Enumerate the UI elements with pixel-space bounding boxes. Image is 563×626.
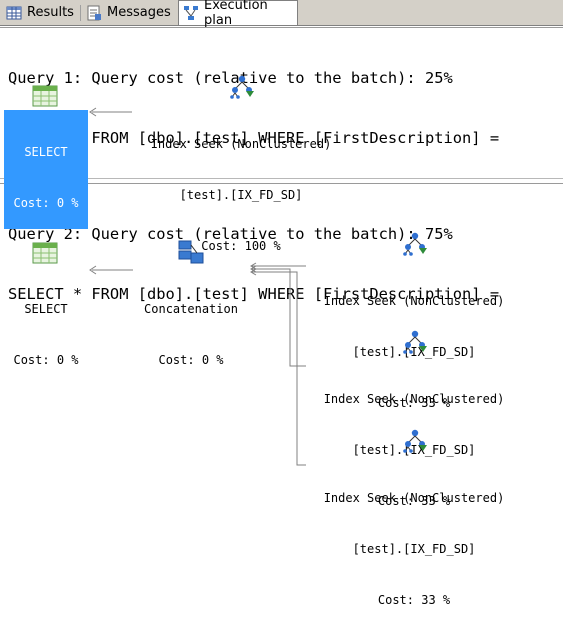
- q1-select-name: SELECT: [24, 145, 68, 159]
- tab-results-label: Results: [27, 5, 74, 20]
- q2-concat-name: Concatenation: [144, 302, 238, 316]
- q2-seek-3-cost: Cost: 33 %: [377, 593, 451, 607]
- q1-index-seek-node[interactable]: Index Seek (NonClustered) [test].[IX_FD_…: [134, 102, 348, 272]
- q2-seek-2-name: Index Seek (NonClustered): [323, 392, 505, 406]
- index-seek-icon: [403, 429, 427, 453]
- select-table-icon: [32, 85, 58, 107]
- tab-results[interactable]: Results: [2, 2, 80, 23]
- q2-select-name: SELECT: [24, 302, 68, 316]
- q2-select-node[interactable]: SELECT Cost: 0 %: [4, 267, 88, 386]
- tab-separator: [80, 5, 81, 21]
- q1-select-node[interactable]: SELECT Cost: 0 %: [4, 110, 88, 229]
- grid-icon: [6, 6, 22, 19]
- messages-icon: [87, 5, 101, 20]
- results-tab-strip: Results Messages Execution plan: [0, 0, 563, 28]
- q1-seek-object: [test].[IX_FD_SD]: [179, 188, 303, 202]
- q1-select-cost: Cost: 0 %: [13, 196, 79, 210]
- q2-concatenation-node[interactable]: Concatenation Cost: 0 %: [134, 267, 248, 386]
- plan-icon: [184, 6, 198, 20]
- tab-messages-label: Messages: [107, 5, 171, 20]
- query-1-cost-text: Query 1: Query cost (relative to the bat…: [8, 69, 453, 87]
- index-seek-icon: [230, 75, 254, 99]
- index-seek-icon: [403, 330, 427, 354]
- select-table-icon: [32, 242, 58, 264]
- tab-execution-plan-label: Execution plan: [204, 0, 268, 28]
- tab-messages[interactable]: Messages: [82, 2, 176, 23]
- tab-execution-plan[interactable]: Execution plan: [178, 0, 298, 28]
- q2-concat-cost: Cost: 0 %: [158, 353, 224, 367]
- index-seek-icon: [403, 232, 427, 256]
- q2-index-seek-node-3[interactable]: Index Seek (NonClustered) [test].[IX_FD_…: [307, 456, 521, 626]
- q2-seek-1-name: Index Seek (NonClustered): [323, 294, 505, 308]
- q2-seek-3-name: Index Seek (NonClustered): [323, 491, 505, 505]
- concatenation-icon: [178, 240, 204, 264]
- q2-seek-3-object: [test].[IX_FD_SD]: [352, 542, 476, 556]
- q1-seek-cost: Cost: 100 %: [201, 239, 281, 253]
- q2-select-cost: Cost: 0 %: [13, 353, 79, 367]
- q1-seek-name: Index Seek (NonClustered): [150, 137, 332, 151]
